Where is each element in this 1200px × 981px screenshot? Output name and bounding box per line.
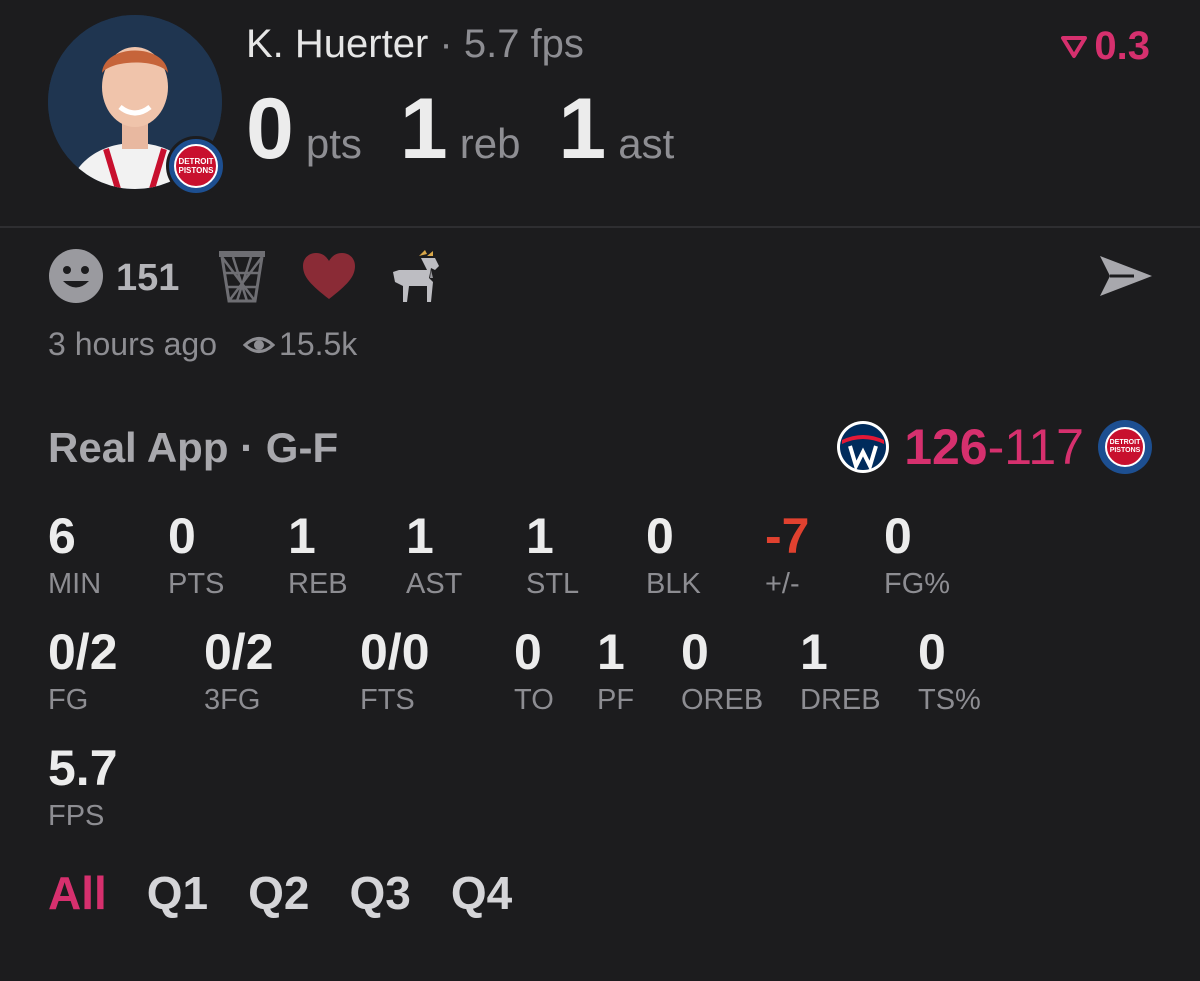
view-count: 15.5k — [243, 326, 357, 363]
tab-q2[interactable]: Q2 — [248, 866, 309, 920]
headline-rebounds-unit: reb — [459, 120, 521, 167]
stat-oreb: 0 OREB — [681, 626, 763, 717]
stat-label: BLK — [646, 568, 701, 600]
stat-value: 1 — [406, 508, 434, 564]
stat-label: MIN — [48, 568, 102, 600]
stat-value: -7 — [765, 508, 810, 564]
send-icon[interactable] — [1098, 252, 1154, 305]
stat-reb: 1 REB — [288, 510, 348, 601]
stat-label: FG% — [884, 568, 951, 600]
stat-label: PF — [597, 684, 635, 716]
stat-stl: 1 STL — [526, 510, 579, 601]
stat-blk: 0 BLK — [646, 510, 701, 601]
stat-pf: 1 PF — [597, 626, 634, 717]
headline-assists-unit: ast — [618, 120, 675, 167]
stat-ast: 1 AST — [406, 510, 462, 601]
stat-value: 1 — [288, 508, 316, 564]
stat-label: REB — [288, 568, 348, 600]
team-logo-text: DETROIT PISTONS — [174, 144, 218, 188]
stat-3fg: 0/2 3FG — [204, 626, 274, 717]
tab-all[interactable]: All — [48, 866, 107, 920]
stat-label: DREB — [800, 684, 881, 716]
stat-fg: 0/2 FG — [48, 626, 118, 717]
player-title[interactable]: K. Huerter · 5.7 fps — [246, 22, 584, 67]
stat-label: OREB — [681, 684, 764, 716]
stat-value: 0/0 — [360, 624, 430, 680]
post-meta: 3 hours ago 15.5k — [48, 326, 357, 363]
stat-value: 0 — [514, 624, 542, 680]
stat-label: TS% — [918, 684, 981, 716]
headline-points-value: 0 — [246, 81, 294, 177]
stat-value: 1 — [800, 624, 828, 680]
smile-count: 151 — [116, 257, 180, 299]
stat-to: 0 TO — [514, 626, 554, 717]
stat-label: AST — [406, 568, 463, 600]
stat-ts-pct: 0 TS% — [918, 626, 981, 717]
stat-pts: 0 PTS — [168, 510, 224, 601]
stat-fts: 0/0 FTS — [360, 626, 430, 717]
trend-down-icon — [1061, 35, 1088, 58]
stat-label: FG — [48, 684, 89, 716]
eye-icon — [243, 336, 276, 353]
stat-plus-minus: -7 +/- — [765, 510, 809, 601]
trend-value: 0.3 — [1094, 24, 1150, 68]
reaction-bar: 151 — [48, 248, 443, 309]
trend-indicator: 0.3 — [1060, 24, 1150, 69]
stat-dreb: 1 DREB — [800, 626, 881, 717]
tab-q3[interactable]: Q3 — [350, 866, 411, 920]
headline-points-unit: pts — [305, 120, 362, 167]
player-name: K. Huerter — [246, 22, 429, 66]
stat-value: 0 — [168, 508, 196, 564]
stat-label: 3FG — [204, 684, 261, 716]
stat-min: 6 MIN — [48, 510, 101, 601]
stat-value: 5.7 — [48, 740, 118, 796]
basketball-net-icon[interactable] — [217, 249, 267, 308]
stat-label: +/- — [765, 568, 800, 600]
quarter-tabs: All Q1 Q2 Q3 Q4 — [48, 866, 512, 920]
stat-label: STL — [526, 568, 580, 600]
stat-value: 0 — [646, 508, 674, 564]
wizards-logo-icon — [837, 421, 890, 473]
stat-label: PTS — [168, 568, 225, 600]
score-separator: - — [987, 419, 1005, 475]
team-logo: DETROIT PISTONS — [166, 136, 226, 196]
goat-icon[interactable] — [387, 248, 443, 309]
stat-fps: 5.7 FPS — [48, 742, 118, 833]
winning-score: 126 — [904, 419, 988, 475]
stat-value: 0 — [681, 624, 709, 680]
stat-label: TO — [514, 684, 554, 716]
stat-value: 6 — [48, 508, 76, 564]
stat-value: 0 — [918, 624, 946, 680]
stat-value: 0/2 — [48, 624, 118, 680]
headline-assists-value: 1 — [558, 81, 607, 177]
stat-value: 1 — [526, 508, 554, 564]
tab-q4[interactable]: Q4 — [451, 866, 512, 920]
stat-value: 0 — [884, 508, 912, 564]
source-position-label: Real App · G-F — [48, 424, 339, 471]
headline-rebounds-value: 1 — [399, 81, 448, 177]
tab-q1[interactable]: Q1 — [147, 866, 208, 920]
losing-score: 117 — [1004, 419, 1084, 475]
views-value: 15.5k — [279, 326, 358, 362]
heart-icon[interactable] — [301, 251, 357, 306]
title-separator: · — [428, 22, 464, 66]
fantasy-points: 5.7 fps — [463, 22, 584, 66]
smile-icon[interactable] — [48, 248, 104, 309]
stat-value: 1 — [597, 624, 625, 680]
game-score[interactable]: 126-117 DETROIT PISTONS — [836, 418, 1152, 476]
stat-value: 0/2 — [204, 624, 274, 680]
pistons-logo-icon: DETROIT PISTONS — [1098, 420, 1152, 474]
headline-stats: 0 pts 1 reb 1 ast — [246, 80, 712, 179]
time-ago: 3 hours ago — [48, 326, 218, 362]
stat-label: FTS — [360, 684, 415, 716]
divider — [0, 226, 1200, 228]
pistons-logo-text: DETROIT PISTONS — [1105, 427, 1145, 467]
stat-fg-pct: 0 FG% — [884, 510, 950, 601]
stat-label: FPS — [48, 800, 105, 832]
